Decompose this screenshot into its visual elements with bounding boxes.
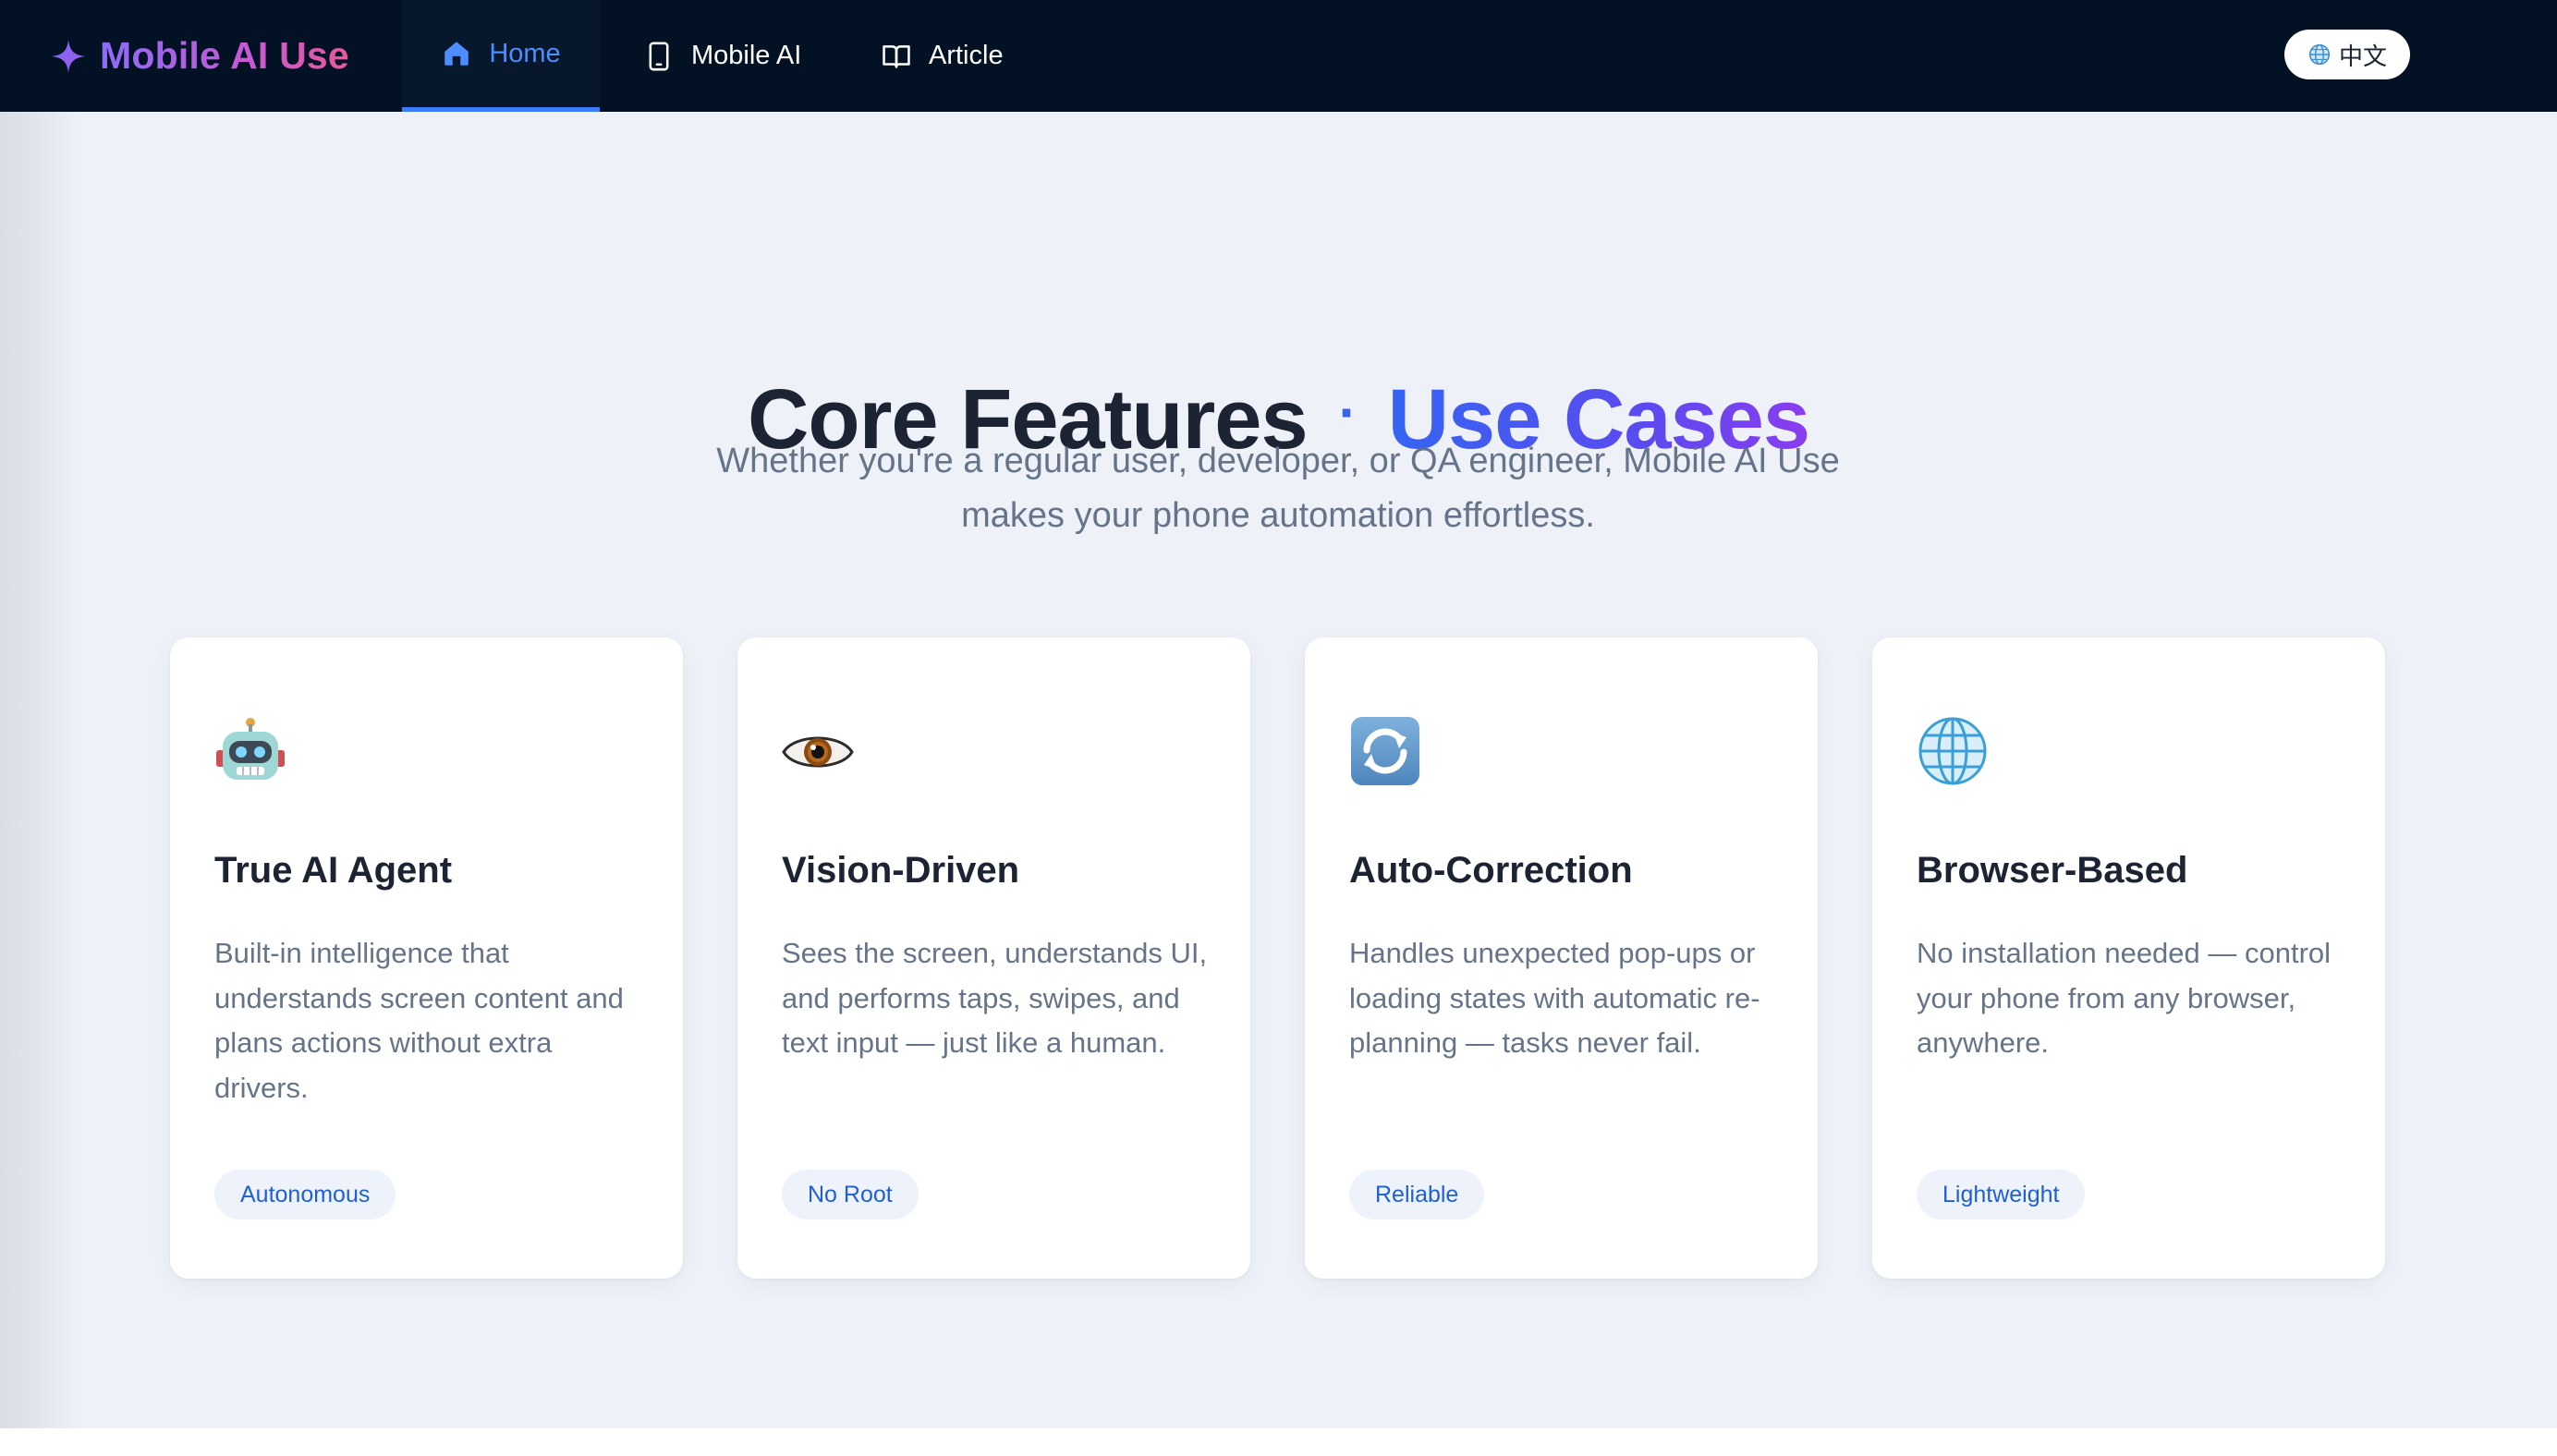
- card-description: Sees the screen, understands UI, and per…: [782, 937, 1208, 1059]
- feature-card-true-ai-agent: True AI Agent Built-in intelligence that…: [170, 637, 683, 1279]
- left-edge-shade: [0, 111, 83, 1432]
- sparkle-icon: [52, 39, 85, 73]
- nav-item-home[interactable]: Home: [402, 0, 600, 112]
- card-title: Auto-Correction: [1349, 850, 1633, 891]
- home-icon: [444, 42, 469, 66]
- book-icon: [883, 44, 910, 68]
- phone-icon: [649, 42, 669, 70]
- feature-card-auto-correction: Auto-Correction Handles unexpected pop-u…: [1305, 637, 1818, 1279]
- section-subtitle: Whether you're a regular user, developer…: [716, 442, 1840, 535]
- card-tag: Lightweight: [1917, 1170, 2086, 1219]
- footer-edge: [0, 1428, 2557, 1456]
- language-switch-button[interactable]: 中文: [2284, 30, 2410, 79]
- card-description: No installation needed — control your ph…: [1917, 937, 2332, 1059]
- refresh-icon: [1351, 717, 1419, 785]
- eye-icon: [782, 736, 854, 768]
- card-tag: No Root: [782, 1170, 919, 1219]
- brand-logo[interactable]: Mobile AI Use: [50, 0, 349, 112]
- nav-item-label: Mobile AI: [691, 41, 802, 70]
- card-tag: Autonomous: [214, 1170, 396, 1219]
- language-label: 中文: [2338, 42, 2387, 71]
- nav-item-mobile-ai[interactable]: Mobile AI: [643, 0, 801, 112]
- card-title: Browser-Based: [1917, 850, 2188, 891]
- robot-icon: [216, 718, 285, 780]
- nav-item-article[interactable]: Article: [881, 0, 1004, 112]
- nav-item-label: Article: [929, 41, 1004, 70]
- nav-item-label: Home: [489, 38, 561, 68]
- feature-card-vision-driven: Vision-Driven Sees the screen, understan…: [737, 637, 1250, 1279]
- top-navbar: Mobile AI Use Home Mobile AI Article 中文: [0, 0, 2557, 112]
- card-description: Built-in intelligence that understands s…: [214, 937, 624, 1104]
- feature-card-browser-based: Browser-Based No installation needed — c…: [1872, 637, 2385, 1279]
- brand-name: Mobile AI Use: [100, 34, 349, 77]
- card-title: True AI Agent: [214, 850, 453, 891]
- card-title: Vision-Driven: [782, 850, 1020, 891]
- globe-icon: [2308, 43, 2331, 66]
- globe-icon: [1918, 717, 1987, 785]
- card-tag: Reliable: [1349, 1170, 1485, 1219]
- card-description: Handles unexpected pop-ups or loading st…: [1349, 937, 1760, 1059]
